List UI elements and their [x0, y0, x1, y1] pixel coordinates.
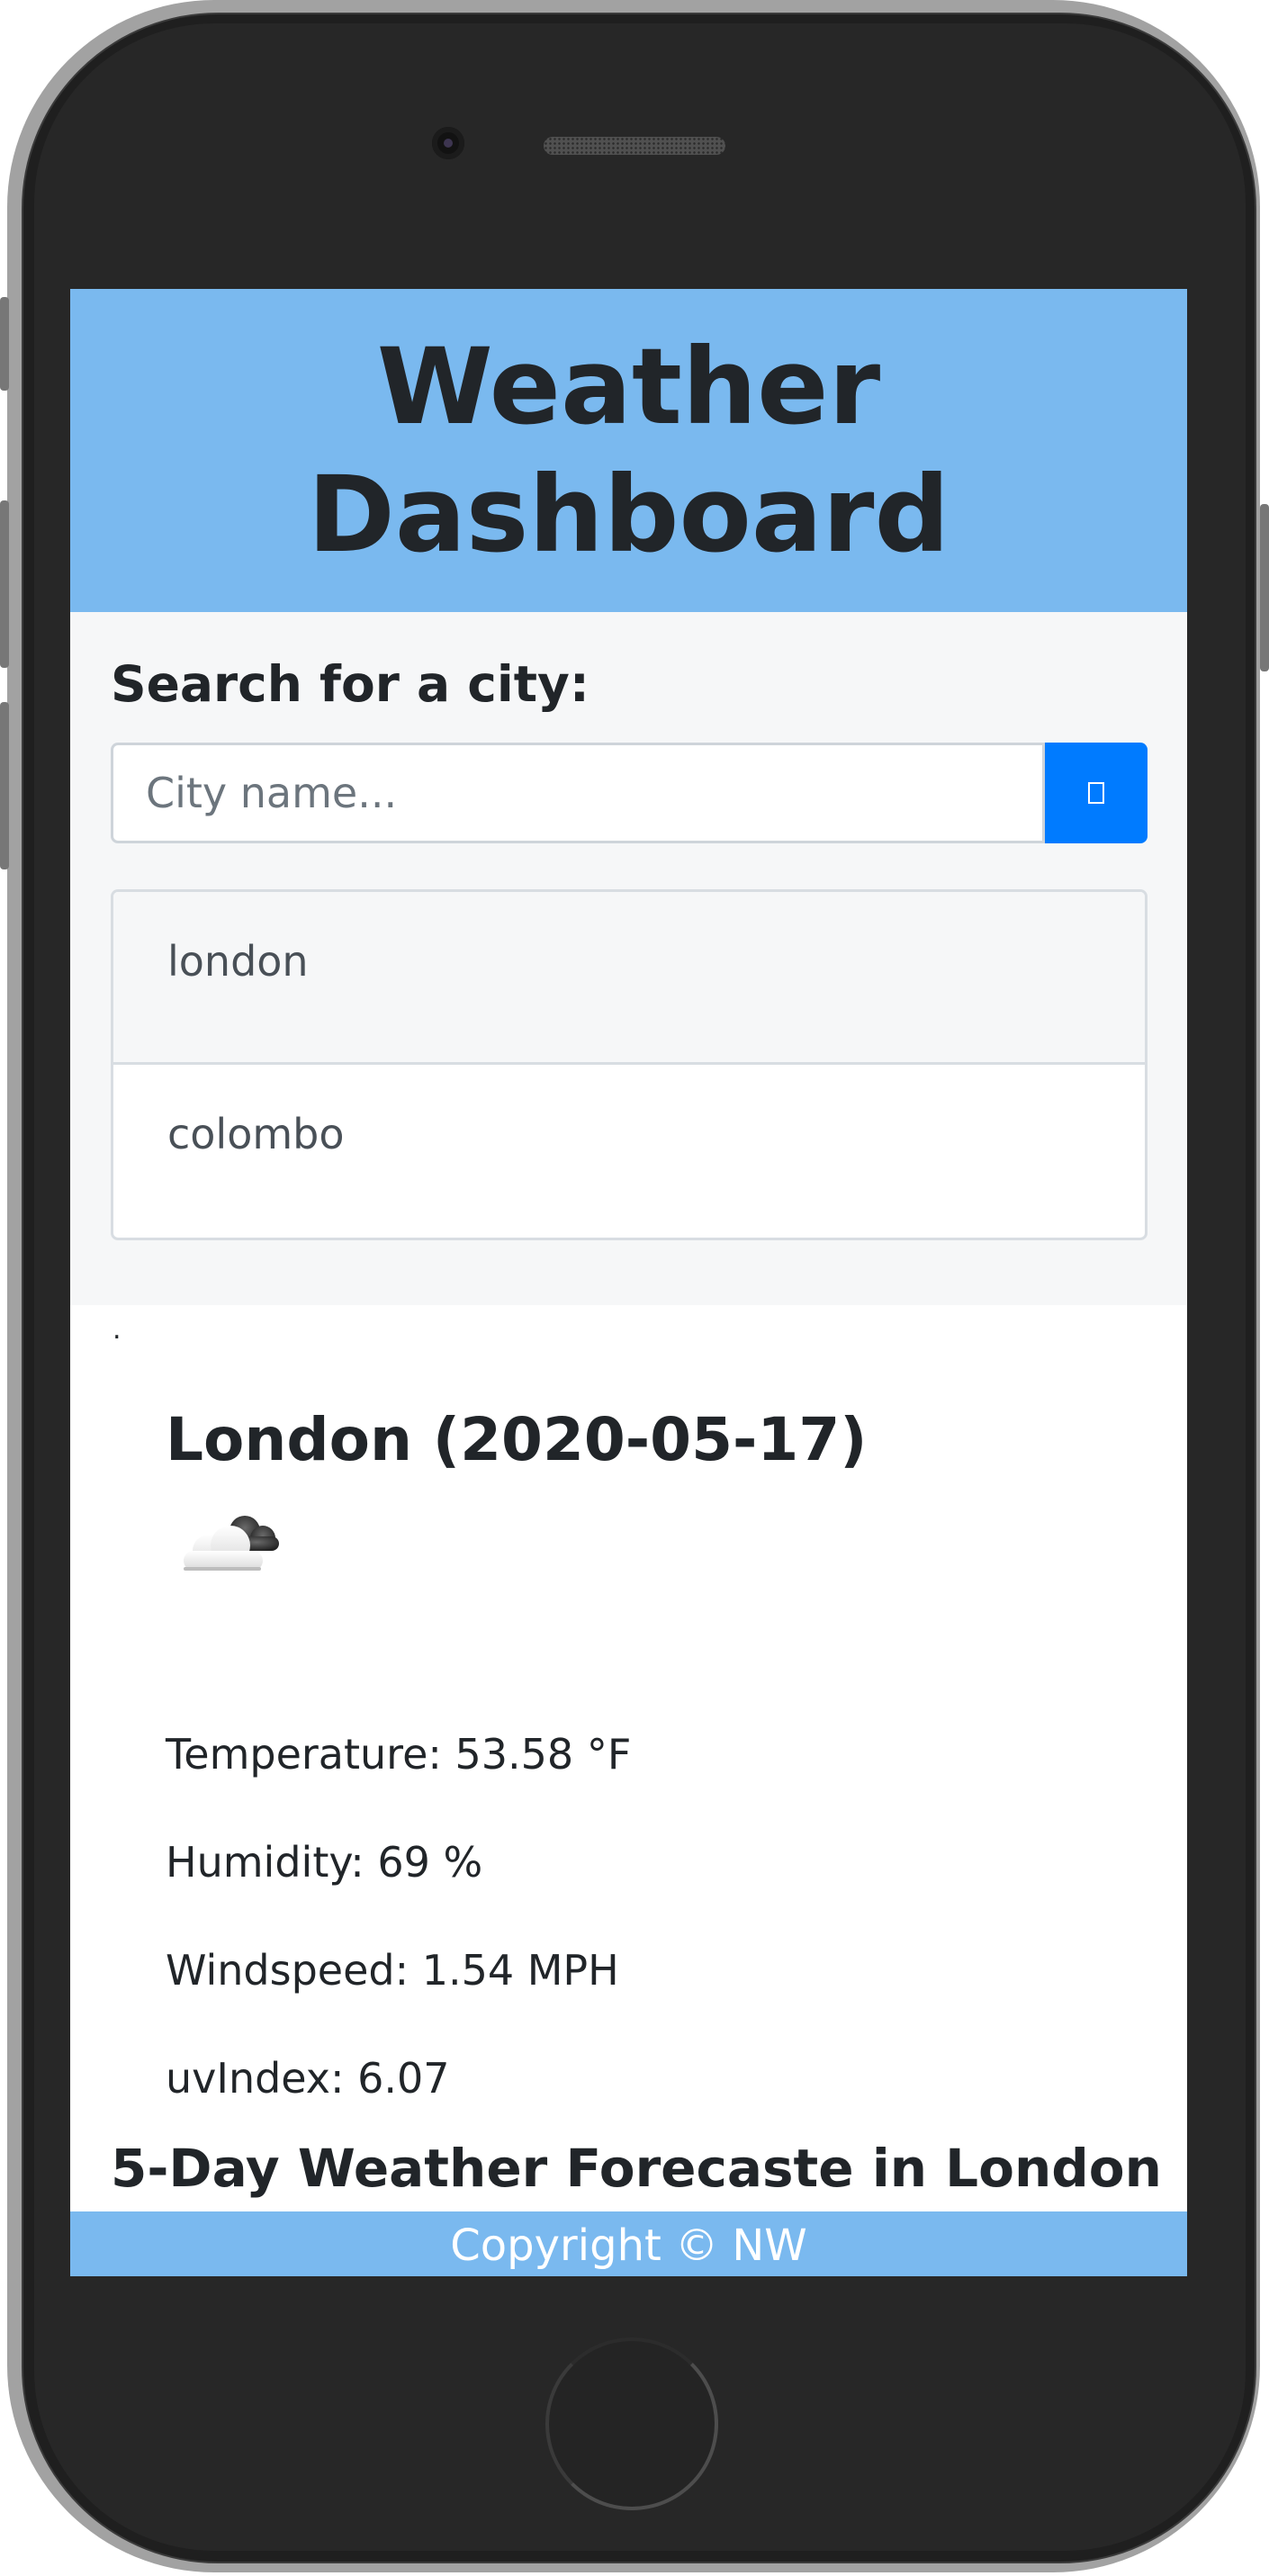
phone-side-button: [0, 702, 9, 869]
forecast-title: 5-Day Weather Forecaste in London: [111, 2138, 1162, 2199]
temperature-text: Temperature: 53.58 °F: [166, 1730, 632, 1779]
phone-side-button: [0, 297, 9, 391]
history-item-london[interactable]: london: [113, 892, 1145, 1065]
partly-cloudy-icon: [184, 1516, 279, 1571]
phone-side-button: [0, 500, 9, 668]
search-input[interactable]: [111, 743, 1045, 843]
speaker-grille: [544, 137, 725, 155]
page-title: Weather Dashboard: [307, 324, 950, 576]
home-button[interactable]: [545, 2337, 718, 2510]
app-screen: Weather Dashboard Search for a city: lon…: [70, 289, 1187, 2276]
history-item-colombo[interactable]: colombo: [113, 1065, 1145, 1238]
camera-icon: [432, 127, 464, 159]
search-button[interactable]: [1045, 743, 1148, 843]
windspeed-text: Windspeed: 1.54 MPH: [166, 1946, 619, 1995]
city-title: London (2020-05-17): [166, 1405, 868, 1474]
humidity-text: Humidity: 69 %: [166, 1838, 483, 1887]
separator-dot: .: [112, 1314, 122, 1346]
phone-side-button: [1260, 504, 1269, 671]
search-icon: [1088, 782, 1104, 804]
search-history-list: london colombo: [111, 889, 1148, 1240]
uv-index-text: uvIndex: 6.07: [166, 2054, 450, 2103]
search-label: Search for a city:: [111, 655, 590, 713]
app-header: Weather Dashboard: [70, 289, 1187, 612]
search-panel: Search for a city: london colombo: [70, 612, 1187, 1305]
footer: Copyright © NW: [70, 2211, 1187, 2276]
current-weather-card: London (2020-05-17) Temperature: 53.58 °…: [166, 1405, 868, 2103]
